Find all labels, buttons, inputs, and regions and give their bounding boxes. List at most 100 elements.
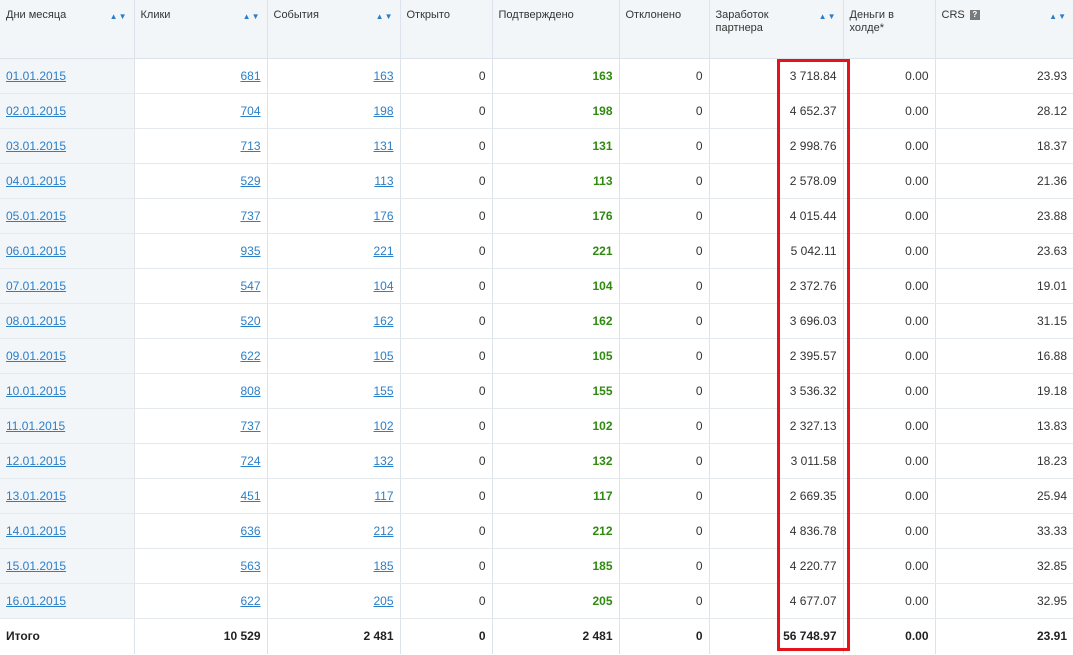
events-link[interactable]: 131 xyxy=(373,139,393,153)
cell-clicks[interactable]: 563 xyxy=(134,548,268,584)
clicks-link[interactable]: 451 xyxy=(240,489,260,503)
cell-date[interactable]: 06.01.2015 xyxy=(0,233,135,269)
clicks-link[interactable]: 737 xyxy=(240,209,260,223)
clicks-link[interactable]: 622 xyxy=(240,349,260,363)
cell-clicks[interactable]: 520 xyxy=(134,303,268,339)
date-link[interactable]: 01.01.2015 xyxy=(6,69,66,83)
events-link[interactable]: 212 xyxy=(373,524,393,538)
date-link[interactable]: 15.01.2015 xyxy=(6,559,66,573)
cell-events[interactable]: 198 xyxy=(267,93,401,129)
cell-events[interactable]: 212 xyxy=(267,513,401,549)
cell-events[interactable]: 155 xyxy=(267,373,401,409)
cell-date[interactable]: 09.01.2015 xyxy=(0,338,135,374)
date-link[interactable]: 06.01.2015 xyxy=(6,244,66,258)
events-link[interactable]: 163 xyxy=(373,69,393,83)
help-icon[interactable]: ? xyxy=(969,10,980,20)
cell-events[interactable]: 102 xyxy=(267,408,401,444)
cell-date[interactable]: 14.01.2015 xyxy=(0,513,135,549)
column-header-earnings[interactable]: Заработок партнера ▲▼ xyxy=(709,0,844,59)
date-link[interactable]: 07.01.2015 xyxy=(6,279,66,293)
clicks-link[interactable]: 529 xyxy=(240,174,260,188)
date-link[interactable]: 04.01.2015 xyxy=(6,174,66,188)
date-link[interactable]: 09.01.2015 xyxy=(6,349,66,363)
events-link[interactable]: 205 xyxy=(373,594,393,608)
clicks-link[interactable]: 808 xyxy=(240,384,260,398)
events-link[interactable]: 104 xyxy=(373,279,393,293)
date-link[interactable]: 03.01.2015 xyxy=(6,139,66,153)
cell-events[interactable]: 162 xyxy=(267,303,401,339)
date-link[interactable]: 12.01.2015 xyxy=(6,454,66,468)
cell-clicks[interactable]: 451 xyxy=(134,478,268,514)
events-link[interactable]: 176 xyxy=(373,209,393,223)
events-link[interactable]: 117 xyxy=(374,489,393,503)
date-link[interactable]: 14.01.2015 xyxy=(6,524,66,538)
cell-clicks[interactable]: 737 xyxy=(134,408,268,444)
clicks-link[interactable]: 737 xyxy=(240,419,260,433)
cell-events[interactable]: 104 xyxy=(267,268,401,304)
cell-date[interactable]: 11.01.2015 xyxy=(0,408,135,444)
cell-date[interactable]: 01.01.2015 xyxy=(0,58,135,94)
clicks-link[interactable]: 563 xyxy=(240,559,260,573)
clicks-link[interactable]: 520 xyxy=(240,314,260,328)
clicks-link[interactable]: 636 xyxy=(240,524,260,538)
events-link[interactable]: 162 xyxy=(373,314,393,328)
cell-clicks[interactable]: 636 xyxy=(134,513,268,549)
date-link[interactable]: 05.01.2015 xyxy=(6,209,66,223)
column-header-crs[interactable]: CRS ? ▲▼ xyxy=(935,0,1073,59)
cell-date[interactable]: 02.01.2015 xyxy=(0,93,135,129)
cell-events[interactable]: 132 xyxy=(267,443,401,479)
cell-events[interactable]: 131 xyxy=(267,128,401,164)
clicks-link[interactable]: 704 xyxy=(240,104,260,118)
clicks-link[interactable]: 935 xyxy=(240,244,260,258)
cell-events[interactable]: 176 xyxy=(267,198,401,234)
cell-events[interactable]: 205 xyxy=(267,583,401,619)
cell-clicks[interactable]: 622 xyxy=(134,338,268,374)
date-link[interactable]: 13.01.2015 xyxy=(6,489,66,503)
cell-events[interactable]: 221 xyxy=(267,233,401,269)
date-link[interactable]: 11.01.2015 xyxy=(6,419,65,433)
cell-clicks[interactable]: 713 xyxy=(134,128,268,164)
cell-events[interactable]: 117 xyxy=(267,478,401,514)
column-header-day[interactable]: Дни месяца ▲▼ xyxy=(0,0,135,59)
clicks-link[interactable]: 622 xyxy=(240,594,260,608)
cell-events[interactable]: 163 xyxy=(267,58,401,94)
cell-clicks[interactable]: 547 xyxy=(134,268,268,304)
column-header-events[interactable]: События ▲▼ xyxy=(267,0,401,59)
events-link[interactable]: 102 xyxy=(373,419,393,433)
clicks-link[interactable]: 724 xyxy=(240,454,260,468)
cell-date[interactable]: 10.01.2015 xyxy=(0,373,135,409)
cell-clicks[interactable]: 724 xyxy=(134,443,268,479)
events-link[interactable]: 132 xyxy=(373,454,393,468)
cell-date[interactable]: 08.01.2015 xyxy=(0,303,135,339)
events-link[interactable]: 155 xyxy=(373,384,393,398)
cell-clicks[interactable]: 808 xyxy=(134,373,268,409)
cell-clicks[interactable]: 622 xyxy=(134,583,268,619)
cell-date[interactable]: 16.01.2015 xyxy=(0,583,135,619)
events-link[interactable]: 105 xyxy=(373,349,393,363)
events-link[interactable]: 185 xyxy=(373,559,393,573)
cell-date[interactable]: 15.01.2015 xyxy=(0,548,135,584)
cell-clicks[interactable]: 737 xyxy=(134,198,268,234)
cell-clicks[interactable]: 935 xyxy=(134,233,268,269)
sort-arrows-icon[interactable]: ▲▼ xyxy=(1049,10,1067,23)
date-link[interactable]: 16.01.2015 xyxy=(6,594,66,608)
column-header-clicks[interactable]: Клики ▲▼ xyxy=(134,0,268,59)
events-link[interactable]: 113 xyxy=(374,174,393,188)
cell-clicks[interactable]: 681 xyxy=(134,58,268,94)
cell-date[interactable]: 07.01.2015 xyxy=(0,268,135,304)
date-link[interactable]: 10.01.2015 xyxy=(6,384,66,398)
cell-date[interactable]: 12.01.2015 xyxy=(0,443,135,479)
cell-date[interactable]: 03.01.2015 xyxy=(0,128,135,164)
clicks-link[interactable]: 713 xyxy=(240,139,260,153)
sort-arrows-icon[interactable]: ▲▼ xyxy=(110,10,128,23)
cell-date[interactable]: 13.01.2015 xyxy=(0,478,135,514)
cell-clicks[interactable]: 529 xyxy=(134,163,268,199)
cell-events[interactable]: 185 xyxy=(267,548,401,584)
cell-clicks[interactable]: 704 xyxy=(134,93,268,129)
cell-date[interactable]: 04.01.2015 xyxy=(0,163,135,199)
date-link[interactable]: 02.01.2015 xyxy=(6,104,66,118)
events-link[interactable]: 221 xyxy=(373,244,393,258)
sort-arrows-icon[interactable]: ▲▼ xyxy=(819,10,837,23)
events-link[interactable]: 198 xyxy=(373,104,393,118)
sort-arrows-icon[interactable]: ▲▼ xyxy=(243,10,261,23)
